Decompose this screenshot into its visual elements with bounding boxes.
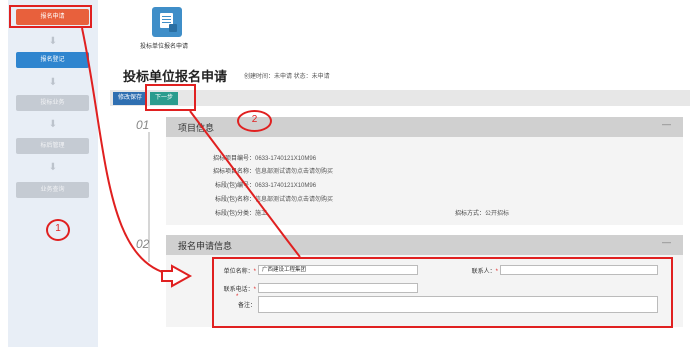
- arrow-right-icon: [161, 264, 193, 288]
- annotation-arrow: [189, 110, 301, 258]
- annotation-arrows: [81, 27, 301, 288]
- annotation-arrow: [81, 27, 183, 277]
